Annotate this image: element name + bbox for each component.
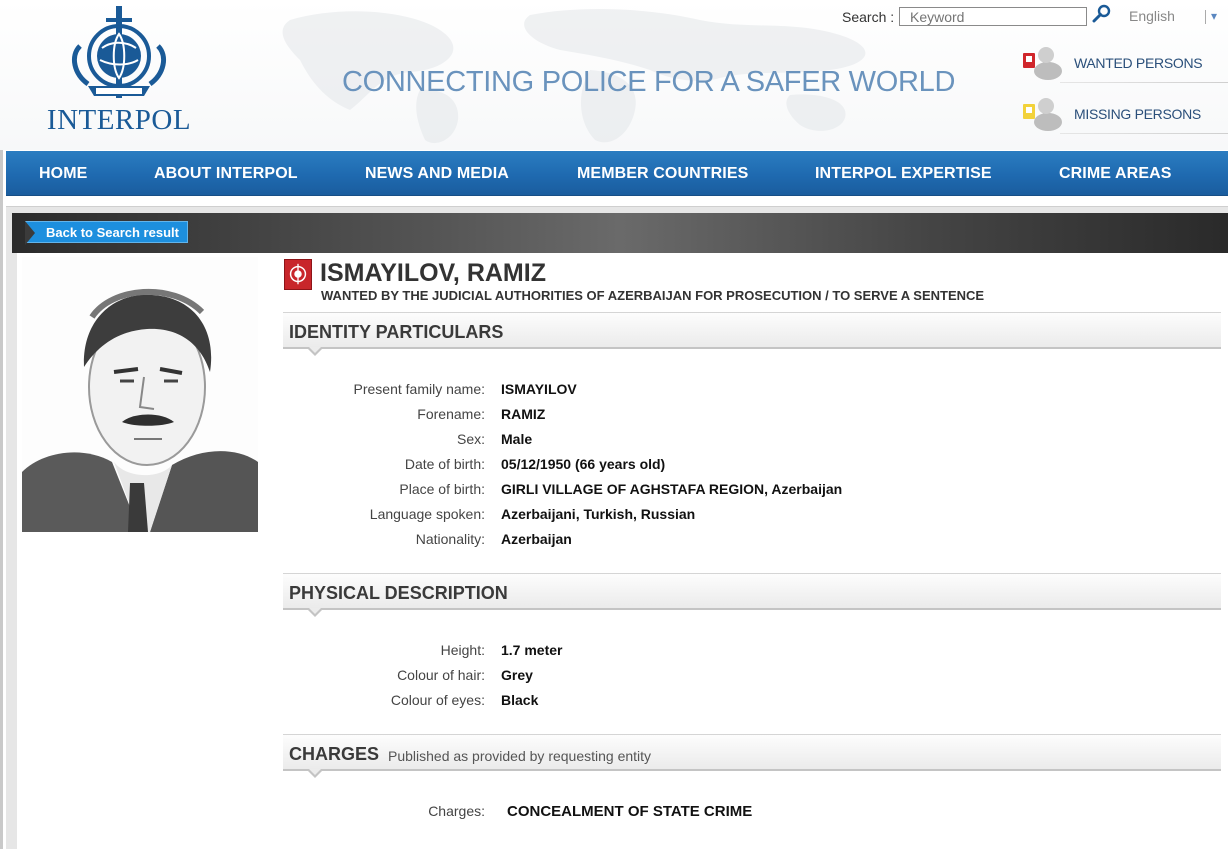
charges-note: Published as provided by requesting enti…	[388, 748, 652, 764]
detail-value: 05/12/1950 (66 years old)	[501, 456, 666, 472]
detail-value: 1.7 meter	[501, 642, 563, 658]
detail-row: Height: 1.7 meter	[283, 642, 1221, 662]
detail-row: Date of birth: 05/12/1950 (66 years old)	[283, 456, 1221, 476]
search-input[interactable]	[899, 7, 1087, 26]
detail-row: Colour of hair: Grey	[283, 667, 1221, 687]
nav-item-interpol-expertise[interactable]: INTERPOL EXPERTISE	[815, 165, 992, 183]
back-to-search-button[interactable]: Back to Search result	[25, 221, 188, 245]
nav-item-member-countries[interactable]: MEMBER COUNTRIES	[577, 165, 748, 183]
site-header: INTERPOL CONNECTING POLICE FOR A SAFER W…	[0, 0, 1228, 150]
nav-item-about-interpol[interactable]: ABOUT INTERPOL	[154, 165, 298, 183]
detail-row: Place of birth: GIRLI VILLAGE OF AGHSTAF…	[283, 481, 1221, 501]
charges-value: CONCEALMENT OF STATE CRIME	[507, 803, 753, 820]
section-notch	[309, 608, 321, 614]
person-name: ISMAYILOV, RAMIZ	[320, 259, 546, 287]
detail-label: Colour of eyes:	[390, 692, 485, 708]
divider	[1060, 82, 1228, 83]
search-label: Search :	[842, 9, 895, 25]
back-arrow-icon	[25, 221, 35, 245]
detail-value: RAMIZ	[501, 406, 546, 422]
detail-label: Present family name:	[353, 381, 486, 397]
detail-label: Sex:	[456, 431, 485, 447]
language-selector[interactable]: English	[1129, 8, 1175, 24]
red-notice-icon	[284, 259, 312, 290]
detail-value: Male	[501, 431, 533, 447]
detail-value: Azerbaijani, Turkish, Russian	[501, 506, 696, 522]
charges-header: CHARGES Published as provided by request…	[283, 734, 1221, 778]
notice-toolbar	[12, 213, 1228, 253]
search-icon[interactable]	[1092, 4, 1112, 24]
notice-subtitle: WANTED BY THE JUDICIAL AUTHORITIES OF AZ…	[321, 288, 985, 303]
detail-value: ISMAYILOV	[501, 381, 577, 397]
identity-particulars-header: IDENTITY PARTICULARS	[283, 312, 1221, 356]
suspect-photo	[22, 257, 258, 532]
detail-row: Nationality: Azerbaijan	[283, 531, 1221, 551]
detail-row: Sex: Male	[283, 431, 1221, 451]
physical-description-header: PHYSICAL DESCRIPTION	[283, 573, 1221, 617]
section-notch	[309, 769, 321, 775]
back-button-label: Back to Search result	[46, 225, 179, 240]
logo-wordmark: INTERPOL	[46, 104, 192, 136]
detail-row: Language spoken: Azerbaijani, Turkish, R…	[283, 506, 1221, 526]
detail-value: GIRLI VILLAGE OF AGHSTAFA REGION, Azerba…	[501, 481, 843, 497]
wanted-persons-label: WANTED PERSONS	[1074, 55, 1203, 71]
wanted-persons-link[interactable]: WANTED PERSONS	[1020, 41, 1228, 83]
detail-label: Language spoken:	[369, 506, 485, 522]
section-title: PHYSICAL DESCRIPTION	[289, 583, 508, 603]
charges-row: Charges: CONCEALMENT OF STATE CRIME	[283, 803, 1221, 823]
detail-value: Azerbaijan	[501, 531, 572, 547]
detail-value: Black	[501, 692, 539, 708]
slogan: CONNECTING POLICE FOR A SAFER WORLD	[342, 66, 956, 98]
missing-persons-link[interactable]: MISSING PERSONS	[1020, 92, 1228, 134]
chevron-down-icon[interactable]: ▾	[1211, 9, 1217, 23]
detail-row: Present family name: ISMAYILOV	[283, 381, 1221, 401]
main-navigation: HOME ABOUT INTERPOL NEWS AND MEDIA MEMBE…	[6, 151, 1228, 196]
detail-label: Date of birth:	[404, 456, 485, 472]
detail-value: Grey	[501, 667, 533, 683]
nav-item-home[interactable]: HOME	[39, 165, 87, 183]
language-divider	[1205, 10, 1206, 24]
detail-label: Forename:	[417, 406, 485, 422]
section-notch	[309, 347, 321, 353]
detail-label: Colour of hair:	[397, 667, 485, 683]
detail-label: Charges:	[428, 803, 485, 819]
interpol-emblem-icon	[71, 6, 167, 98]
detail-label: Place of birth:	[399, 481, 485, 497]
section-title: IDENTITY PARTICULARS	[289, 322, 504, 342]
wanted-person-icon	[1023, 47, 1062, 80]
section-title: CHARGES	[289, 744, 380, 764]
detail-label: Nationality:	[415, 531, 485, 547]
nav-item-crime-areas[interactable]: CRIME AREAS	[1059, 165, 1172, 183]
divider	[1060, 133, 1228, 134]
missing-persons-label: MISSING PERSONS	[1074, 106, 1201, 122]
detail-label: Height:	[440, 642, 485, 658]
nav-item-news-and-media[interactable]: NEWS AND MEDIA	[365, 165, 509, 183]
interpol-logo[interactable]: INTERPOL	[44, 4, 194, 136]
detail-row: Forename: RAMIZ	[283, 406, 1221, 426]
missing-person-icon	[1023, 98, 1062, 131]
detail-row: Colour of eyes: Black	[283, 692, 1221, 712]
